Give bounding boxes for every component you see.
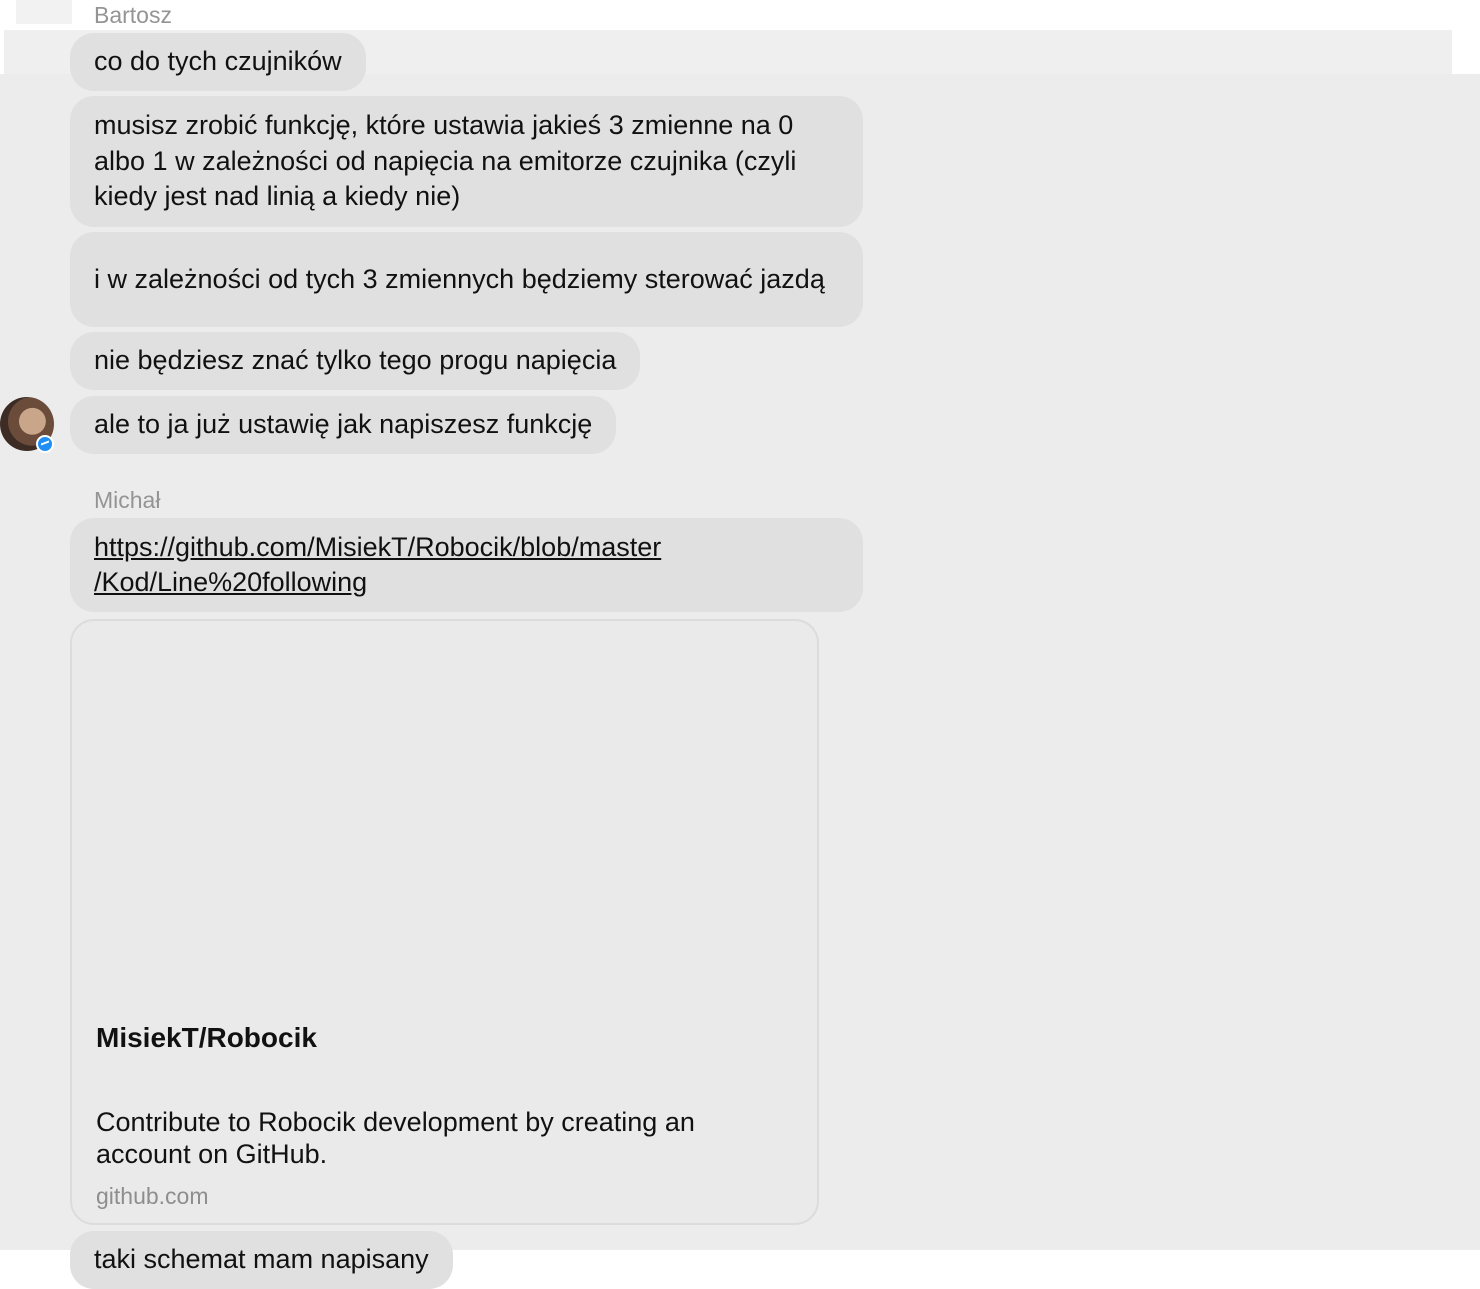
message-bubble[interactable]: musisz zrobić funkcję, które ustawia jak… [70, 96, 863, 227]
link-line-2[interactable]: /Kod/Line%20following [94, 565, 661, 601]
message-text: musisz zrobić funkcję, które ustawia jak… [94, 110, 797, 212]
message-text: co do tych czujników [94, 46, 342, 77]
message-text: taki schemat mam napisany [94, 1244, 429, 1275]
message-link[interactable]: https://github.com/MisiekT/Robocik/blob/… [94, 530, 661, 601]
link-preview-domain: github.com [96, 1183, 209, 1209]
message-text: i w zależności od tych 3 zmiennych będzi… [94, 263, 825, 294]
message-bubble[interactable]: ale to ja już ustawię jak napiszesz funk… [70, 396, 617, 454]
link-preview-description: Contribute to Robocik development by cre… [96, 1107, 695, 1169]
message-bubble[interactable]: taki schemat mam napisany [70, 1231, 453, 1289]
sender-name-bartosz: Bartosz [94, 2, 172, 28]
messenger-badge-icon [36, 435, 54, 453]
user-avatar[interactable] [0, 397, 54, 453]
message-bubble[interactable]: co do tych czujników [70, 33, 366, 91]
link-preview-title: MisiekT/Robocik [96, 1022, 317, 1053]
message-text: nie będziesz znać tylko tego progu napię… [94, 345, 617, 376]
message-bubble[interactable]: nie będziesz znać tylko tego progu napię… [70, 332, 641, 390]
message-text: ale to ja już ustawię jak napiszesz funk… [94, 409, 593, 440]
top-tab [16, 0, 72, 24]
link-message-bubble[interactable]: https://github.com/MisiekT/Robocik/blob/… [70, 518, 863, 612]
link-preview-card[interactable]: MisiekT/Robocik Contribute to Robocik de… [70, 619, 819, 1225]
link-line-1[interactable]: https://github.com/MisiekT/Robocik/blob/… [94, 530, 661, 566]
sender-name-michal: Michał [94, 487, 161, 513]
message-bubble[interactable]: i w zależności od tych 3 zmiennych będzi… [70, 232, 863, 327]
